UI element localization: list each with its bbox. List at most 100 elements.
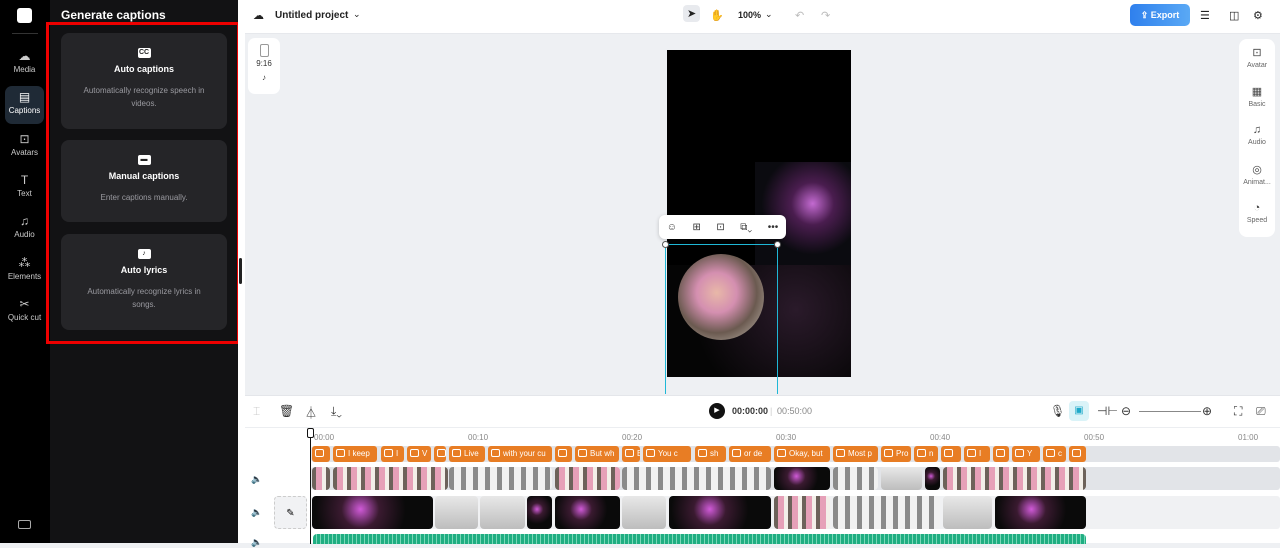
caption-chip[interactable]: or de	[729, 446, 771, 462]
panel-resize-handle[interactable]	[238, 0, 245, 543]
video-clip[interactable]	[669, 496, 771, 529]
speaker-icon[interactable]: 🔈	[251, 474, 262, 485]
play-button[interactable]: ▶	[709, 403, 725, 419]
caption-chip[interactable]: E	[622, 446, 640, 462]
crop-icon[interactable]: ⊡	[716, 222, 724, 233]
caption-chip[interactable]: V	[407, 446, 431, 462]
zoom-in-icon[interactable]: ⊕	[1202, 404, 1212, 418]
video-clip[interactable]	[622, 496, 666, 529]
caption-chip[interactable]	[941, 446, 961, 462]
video-clip[interactable]	[435, 496, 478, 529]
right-panel-avatar[interactable]: ⊡ Avatar	[1239, 39, 1275, 78]
mirror-icon[interactable]: ⏃	[305, 404, 317, 421]
playhead[interactable]	[307, 428, 314, 544]
undo-icon[interactable]: ↶	[795, 9, 804, 22]
project-name[interactable]: Untitled project	[275, 10, 348, 21]
add-image-icon[interactable]: ⊞	[692, 222, 700, 233]
more-icon[interactable]: •••	[768, 222, 779, 233]
caption-chip[interactable]: You c	[643, 446, 691, 462]
layout-icon[interactable]: ◫	[1229, 9, 1239, 22]
caption-chip[interactable]	[993, 446, 1009, 462]
hand-tool-icon[interactable]: ✋	[710, 9, 724, 22]
video-clip[interactable]	[925, 467, 940, 490]
zoom-out-icon[interactable]: ⊖	[1121, 404, 1131, 418]
video-clip[interactable]	[555, 496, 620, 529]
caption-chip[interactable]: Y	[1012, 446, 1040, 462]
caption-chip[interactable]: Pro	[881, 446, 911, 462]
video-clip[interactable]	[774, 496, 830, 529]
nav-item-text[interactable]: T Text	[5, 169, 44, 207]
caption-chip[interactable]: I	[964, 446, 990, 462]
right-panel-audio[interactable]: ♫ Audio	[1239, 117, 1275, 156]
auto-snap-icon[interactable]: ▣	[1069, 401, 1089, 421]
right-panel-animat[interactable]: ◎ Animat...	[1239, 156, 1275, 195]
caption-chip[interactable]	[555, 446, 572, 462]
caption-chip[interactable]: Most p	[833, 446, 878, 462]
keyboard-shortcuts-icon[interactable]	[18, 520, 31, 529]
redo-icon[interactable]: ↷	[821, 9, 830, 22]
video-clip[interactable]	[527, 496, 552, 529]
caption-chip[interactable]: with your cu	[488, 446, 552, 462]
feedback-icon[interactable]: ⎚	[1256, 404, 1266, 419]
video-clip[interactable]	[622, 467, 771, 490]
nav-item-elements[interactable]: ⁂ Elements	[5, 252, 44, 290]
nav-item-avatars[interactable]: ⊡ Avatars	[5, 128, 44, 166]
right-panel-speed[interactable]: ◔ Speed	[1239, 195, 1275, 234]
delete-icon[interactable]: 🗑	[279, 404, 294, 418]
video-clip[interactable]	[312, 467, 330, 490]
caption-chip[interactable]: I	[381, 446, 404, 462]
speaker-icon[interactable]: 🔈	[251, 507, 262, 518]
microphone-icon[interactable]: 🎙	[1050, 404, 1065, 418]
video-clip[interactable]	[833, 496, 940, 529]
replace-icon[interactable]: ⧉⌄	[740, 222, 752, 233]
caption-chip[interactable]: c	[1043, 446, 1066, 462]
caption-chip[interactable]: sh	[695, 446, 726, 462]
caption-text: or de	[744, 449, 763, 458]
caption-chip[interactable]: Live	[449, 446, 485, 462]
selection-box[interactable]	[665, 244, 778, 394]
aspect-ratio-selector[interactable]: 9:16 ♪	[248, 38, 280, 94]
video-clip[interactable]	[995, 496, 1086, 529]
resize-handle[interactable]	[774, 241, 781, 248]
nav-item-media[interactable]: ☁ Media	[5, 45, 44, 83]
video-clip[interactable]	[449, 467, 552, 490]
nav-item-quick-cut[interactable]: ✂ Quick cut	[5, 293, 44, 341]
video-clip[interactable]	[774, 467, 830, 490]
export-button[interactable]: ⇪ Export	[1130, 4, 1190, 26]
video-clip[interactable]	[333, 467, 448, 490]
video-clip[interactable]	[312, 496, 433, 529]
layers-icon[interactable]: ☰	[1200, 9, 1210, 22]
settings-icon[interactable]: ⚙	[1253, 9, 1263, 22]
video-clip[interactable]	[881, 467, 922, 490]
zoom-slider[interactable]	[1139, 411, 1201, 412]
split-icon[interactable]: ⌶	[253, 404, 260, 419]
nav-item-label: Media	[13, 65, 36, 74]
chevron-down-icon[interactable]: ⌄	[353, 9, 361, 20]
video-clip[interactable]	[943, 496, 992, 529]
nav-item-captions[interactable]: ▤ Captions	[5, 86, 44, 124]
video-clip[interactable]	[555, 467, 620, 490]
time-ruler[interactable]: 00:00 00:10 00:20 00:30 00:40 00:50 01:00	[310, 430, 1280, 444]
split-view-icon[interactable]: ⊣⊢	[1097, 404, 1118, 418]
caption-chip[interactable]: I keep	[333, 446, 377, 462]
caption-chip[interactable]	[312, 446, 330, 462]
select-tool-icon[interactable]: ➤	[683, 5, 701, 22]
zoom-level[interactable]: 100%	[738, 10, 761, 20]
nav-item-audio[interactable]: ♫ Audio	[5, 210, 44, 248]
fit-icon[interactable]: ⛶	[1234, 404, 1242, 419]
download-icon[interactable]: ⤓⌄	[331, 404, 342, 419]
caption-chip[interactable]: n	[914, 446, 938, 462]
caption-chip[interactable]: (	[434, 446, 446, 462]
chevron-down-icon[interactable]: ⌄	[765, 9, 773, 20]
video-clip[interactable]	[943, 467, 1086, 490]
cloud-icon[interactable]: ☁	[253, 9, 264, 22]
resize-handle[interactable]	[662, 241, 669, 248]
caption-chip[interactable]: But wh	[575, 446, 619, 462]
caption-chip[interactable]	[1069, 446, 1086, 462]
video-clip[interactable]	[480, 496, 525, 529]
edit-cover-button[interactable]: ✎	[274, 496, 307, 529]
caption-chip[interactable]: Okay, but	[774, 446, 830, 462]
right-panel-basic[interactable]: ▦ Basic	[1239, 78, 1275, 117]
avatar-icon[interactable]: ☺	[667, 222, 677, 233]
video-clip[interactable]	[833, 467, 878, 490]
